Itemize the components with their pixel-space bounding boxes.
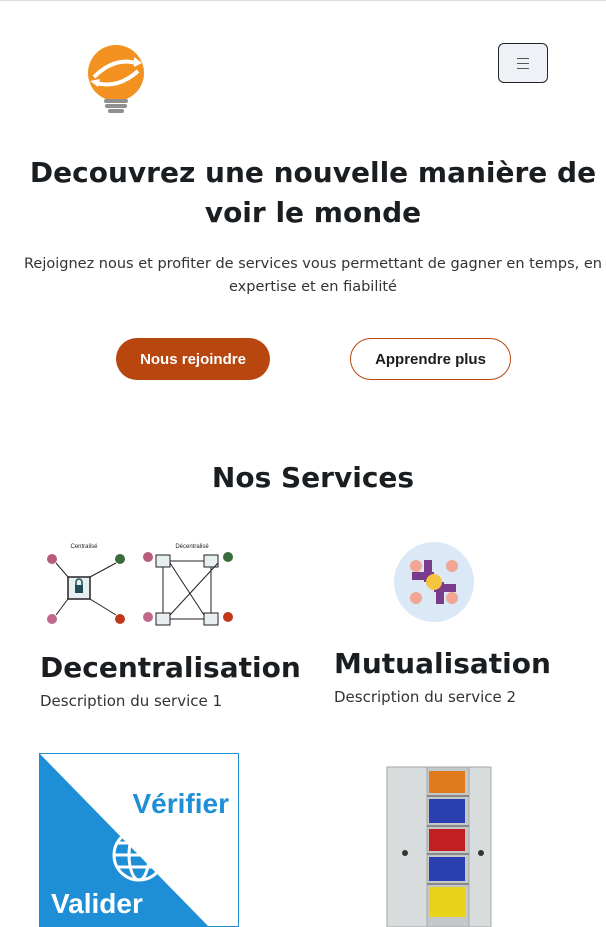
verify-label: Vérifier bbox=[133, 788, 230, 819]
learn-more-button[interactable]: Apprendre plus bbox=[350, 338, 511, 380]
filing-cabinet-icon bbox=[386, 766, 492, 927]
filing-cabinet-image bbox=[335, 753, 535, 927]
lightbulb-globe-logo-icon bbox=[88, 45, 144, 113]
service-title-decentralisation: Decentralisation bbox=[40, 651, 301, 684]
services-heading: Nos Services bbox=[211, 461, 415, 494]
join-button[interactable]: Nous rejoindre bbox=[116, 338, 270, 380]
validate-label: Valider bbox=[51, 888, 143, 919]
hero-title: Decouvrez une nouvelle manière de voir l… bbox=[29, 156, 597, 229]
logo[interactable] bbox=[84, 43, 148, 115]
menu-toggle-button[interactable] bbox=[498, 43, 548, 83]
mutualisation-image bbox=[394, 542, 474, 622]
service-title-mutualisation: Mutualisation bbox=[334, 647, 551, 680]
decentralisation-image: Centralisé Décentralisé bbox=[40, 539, 240, 631]
verify-validate-image: Vérifier Valider bbox=[39, 753, 239, 927]
decentralise-label: Décentralisé bbox=[175, 544, 209, 550]
hamburger-menu-icon bbox=[517, 57, 529, 69]
hero-subtitle: Rejoignez nous et profiter de services v… bbox=[24, 256, 602, 295]
service-desc-mutualisation: Description du service 2 bbox=[334, 688, 517, 706]
service-desc-decentralisation: Description du service 1 bbox=[40, 692, 223, 710]
centralise-label: Centralisé bbox=[70, 544, 98, 550]
